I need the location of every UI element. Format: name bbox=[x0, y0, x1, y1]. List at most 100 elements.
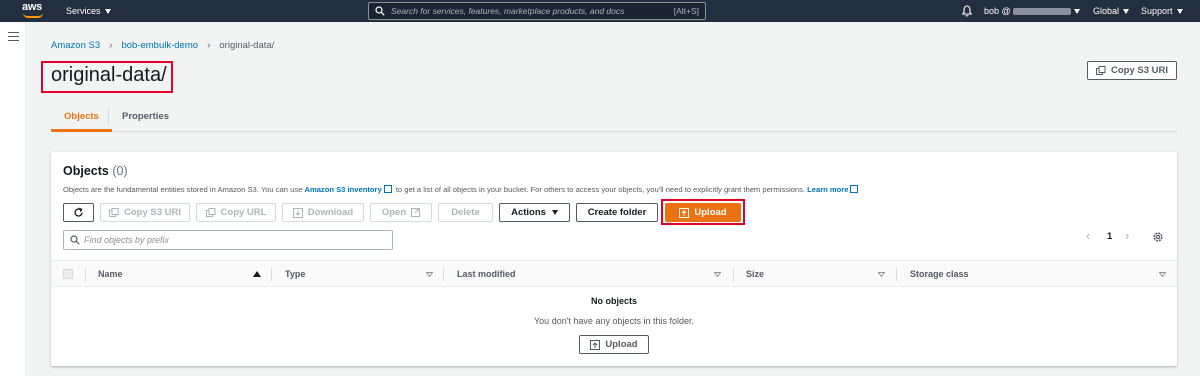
copy-icon bbox=[108, 207, 119, 217]
empty-state-title: No objects bbox=[590, 296, 637, 306]
find-objects-input[interactable] bbox=[84, 233, 384, 247]
column-header-last-modified[interactable]: Last modified bbox=[457, 261, 516, 287]
download-label: Download bbox=[307, 207, 354, 218]
sort-ascending-icon[interactable] bbox=[253, 271, 261, 277]
breadcrumb-current: original-data/ bbox=[219, 40, 275, 51]
chevron-right-icon: › bbox=[109, 40, 113, 51]
copy-icon bbox=[205, 207, 216, 217]
open-label: Open bbox=[381, 207, 407, 218]
create-folder-button[interactable]: Create folder bbox=[576, 203, 658, 222]
account-label: bob @ bbox=[984, 6, 1011, 16]
actions-dropdown[interactable]: Actions bbox=[499, 203, 570, 222]
support-menu[interactable]: Support bbox=[1141, 0, 1183, 22]
objects-table-header: Name Type Last modified Size Storage cla… bbox=[51, 260, 1177, 287]
copy-s3-uri-label: Copy S3 URI bbox=[1110, 65, 1168, 76]
region-label: Global bbox=[1093, 6, 1120, 16]
chevron-down-icon bbox=[1123, 9, 1130, 15]
objects-title-text: Objects bbox=[63, 164, 109, 178]
sort-icon[interactable] bbox=[1159, 272, 1166, 277]
create-folder-label: Create folder bbox=[587, 207, 647, 218]
top-navigation-bar: aws Services Search for services, featur… bbox=[0, 0, 1200, 22]
copy-icon bbox=[1095, 65, 1106, 75]
column-divider bbox=[733, 268, 734, 281]
region-menu[interactable]: Global bbox=[1093, 0, 1130, 22]
empty-state-upload-button[interactable]: Upload bbox=[579, 335, 649, 354]
chevron-down-icon bbox=[1176, 9, 1183, 15]
upload-label: Upload bbox=[694, 207, 727, 218]
aws-logo[interactable]: aws bbox=[22, 2, 48, 20]
download-icon bbox=[292, 207, 303, 218]
sort-icon[interactable] bbox=[426, 272, 433, 277]
objects-panel-title: Objects (0) bbox=[63, 164, 128, 178]
services-label: Services bbox=[66, 6, 101, 16]
tab-bar: Objects Properties bbox=[51, 106, 1177, 132]
desc-text-2: to get a list of all objects in your buc… bbox=[393, 185, 808, 194]
column-divider bbox=[443, 268, 444, 281]
gear-icon[interactable] bbox=[1152, 231, 1164, 243]
copy-url-label: Copy URL bbox=[220, 207, 267, 218]
aws-smile-icon bbox=[23, 13, 43, 18]
breadcrumb-link-bucket[interactable]: bob-embulk-demo bbox=[121, 40, 198, 51]
chevron-left-icon[interactable]: ‹ bbox=[1086, 228, 1090, 243]
refresh-icon bbox=[74, 207, 83, 217]
column-divider bbox=[85, 268, 86, 281]
hamburger-menu-icon[interactable] bbox=[8, 32, 19, 41]
breadcrumb-link-amazon-s3[interactable]: Amazon S3 bbox=[51, 40, 100, 51]
open-button[interactable]: Open bbox=[370, 203, 432, 222]
side-navigation-rail bbox=[0, 22, 26, 376]
support-label: Support bbox=[1141, 6, 1173, 16]
empty-state-description: You don't have any objects in this folde… bbox=[534, 316, 694, 326]
search-placeholder: Search for services, features, marketpla… bbox=[391, 6, 625, 16]
page-title: original-data/ bbox=[51, 64, 167, 86]
external-link-icon bbox=[411, 208, 421, 217]
upload-icon bbox=[590, 339, 601, 350]
actions-label: Actions bbox=[511, 207, 546, 218]
search-icon bbox=[70, 235, 80, 245]
select-all-checkbox[interactable] bbox=[63, 269, 73, 279]
delete-button[interactable]: Delete bbox=[438, 203, 493, 222]
bell-icon[interactable] bbox=[960, 4, 974, 18]
breadcrumb: Amazon S3 › bob-embulk-demo › original-d… bbox=[51, 40, 274, 51]
external-link-icon bbox=[383, 185, 392, 193]
copy-url-button[interactable]: Copy URL bbox=[196, 203, 276, 222]
upload-label: Upload bbox=[605, 339, 638, 350]
column-header-storage-class[interactable]: Storage class bbox=[910, 261, 969, 287]
chevron-down-icon bbox=[551, 210, 558, 215]
tab-objects[interactable]: Objects bbox=[51, 106, 112, 132]
column-divider bbox=[896, 268, 897, 281]
sort-icon[interactable] bbox=[878, 272, 885, 277]
redacted-account-id bbox=[1012, 8, 1071, 16]
copy-s3-uri-header-button[interactable]: Copy S3 URI bbox=[1087, 61, 1177, 80]
tab-properties[interactable]: Properties bbox=[109, 106, 182, 132]
download-button[interactable]: Download bbox=[282, 203, 364, 222]
global-search-input[interactable]: Search for services, features, marketpla… bbox=[368, 2, 706, 20]
search-shortcut-hint: [Alt+S] bbox=[673, 6, 699, 16]
chevron-right-icon[interactable]: › bbox=[1125, 228, 1129, 243]
objects-panel: Objects (0) Objects are the fundamental … bbox=[51, 152, 1177, 366]
chevron-down-icon[interactable] bbox=[1074, 9, 1080, 14]
learn-more-link[interactable]: Learn more bbox=[807, 185, 848, 194]
copy-s3-uri-label: Copy S3 URI bbox=[123, 207, 181, 218]
page-number[interactable]: 1 bbox=[1107, 231, 1112, 242]
upload-icon bbox=[679, 207, 690, 218]
search-icon bbox=[375, 6, 385, 16]
account-menu[interactable]: bob @ bbox=[984, 0, 1071, 22]
external-link-icon bbox=[850, 185, 859, 193]
column-divider bbox=[271, 268, 272, 281]
find-objects-field[interactable] bbox=[63, 230, 393, 250]
s3-inventory-link[interactable]: Amazon S3 inventory bbox=[304, 185, 381, 194]
column-header-type[interactable]: Type bbox=[285, 261, 305, 287]
delete-label: Delete bbox=[451, 207, 480, 218]
sort-icon[interactable] bbox=[714, 272, 721, 277]
upload-button[interactable]: Upload bbox=[665, 203, 741, 222]
objects-count: (0) bbox=[112, 164, 128, 178]
column-header-size[interactable]: Size bbox=[746, 261, 764, 287]
services-menu[interactable]: Services bbox=[66, 0, 111, 22]
aws-logo-text: aws bbox=[22, 1, 42, 13]
column-header-name[interactable]: Name bbox=[98, 261, 123, 287]
chevron-down-icon bbox=[104, 9, 111, 15]
chevron-right-icon: › bbox=[207, 40, 211, 51]
refresh-button[interactable] bbox=[63, 203, 94, 222]
copy-s3-uri-button[interactable]: Copy S3 URI bbox=[100, 203, 190, 222]
desc-text-1: Objects are the fundamental entities sto… bbox=[63, 185, 305, 194]
